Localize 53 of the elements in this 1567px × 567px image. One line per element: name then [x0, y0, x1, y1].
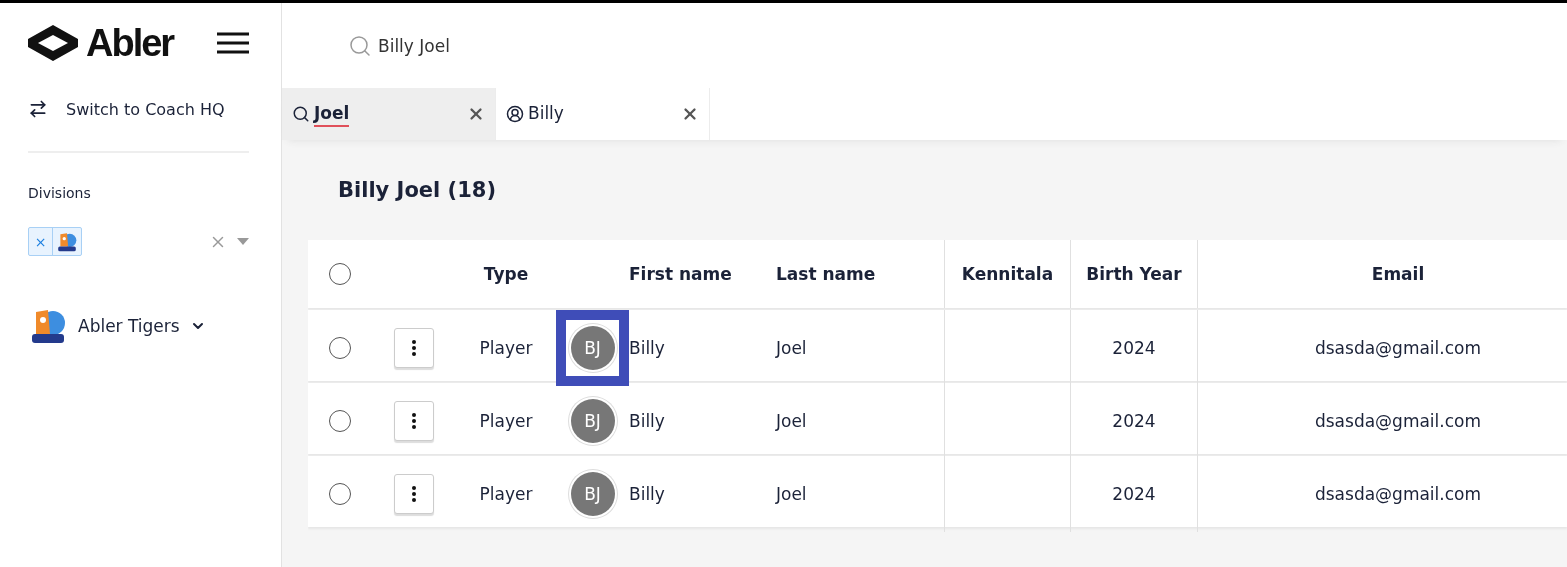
column-header: Kennitala	[945, 240, 1071, 308]
row-radio[interactable]	[328, 337, 351, 359]
logo-icon	[28, 25, 78, 61]
row-menu-button[interactable]	[393, 474, 434, 514]
table-cell-text: Player	[478, 410, 534, 433]
avatar: BJ	[570, 326, 615, 370]
chip-remove-button[interactable]: ×	[29, 228, 53, 255]
column-header: Email	[1370, 263, 1426, 286]
team-selector[interactable]: Abler Tigers	[78, 316, 180, 336]
column-header: Type	[482, 263, 530, 286]
row-radio[interactable]	[328, 483, 351, 505]
column-header: Last name	[776, 240, 945, 308]
column-header: First name	[629, 263, 733, 286]
close-icon[interactable]	[467, 105, 485, 123]
avatar: BJ	[570, 472, 615, 516]
more-icon	[411, 486, 416, 502]
avatar: BJ	[570, 399, 615, 443]
result-tab[interactable]: Joel	[282, 88, 496, 140]
logo-text: Abler	[86, 21, 174, 65]
table-cell: Joel	[776, 411, 807, 431]
menu-icon[interactable]	[217, 32, 249, 54]
switch-link[interactable]: Switch to Coach HQ	[28, 99, 249, 153]
search-icon	[348, 33, 372, 58]
table-cell-text: Player	[478, 337, 534, 360]
switch-icon	[28, 99, 48, 119]
select-all-radio[interactable]	[328, 263, 351, 285]
table-cell-text: Billy	[629, 337, 666, 360]
table-cell-text: Billy	[629, 483, 666, 506]
more-icon	[411, 413, 416, 429]
result-tab[interactable]: Billy	[496, 88, 710, 140]
table-cell-text: dsasda@gmail.com	[1313, 410, 1483, 433]
search-field[interactable]: Billy Joel	[378, 35, 450, 56]
results-title: Billy Joel (18)	[337, 177, 497, 204]
more-icon	[411, 340, 416, 356]
user-icon	[506, 105, 524, 123]
table-cell-text: dsasda@gmail.com	[1313, 483, 1483, 506]
search-icon	[292, 105, 310, 123]
row-menu-button[interactable]	[393, 328, 434, 368]
table-cell: Joel	[776, 484, 807, 504]
divisions-label: Divisions	[28, 185, 92, 201]
table-cell: Joel	[776, 338, 807, 358]
row-radio[interactable]	[328, 410, 351, 432]
close-icon[interactable]	[681, 105, 699, 123]
table-cell-text: Billy	[629, 410, 666, 433]
column-header: Birth Year	[1071, 240, 1198, 308]
table-cell: 2024	[1112, 338, 1156, 358]
table-cell-text: Player	[478, 483, 534, 506]
row-menu-button[interactable]	[393, 401, 434, 441]
table-cell-text: dsasda@gmail.com	[1313, 337, 1483, 360]
table-cell: 2024	[1112, 411, 1156, 431]
table-cell: 2024	[1112, 484, 1156, 504]
dropdown-icon[interactable]	[237, 237, 249, 246]
team-logo-icon	[56, 230, 78, 253]
